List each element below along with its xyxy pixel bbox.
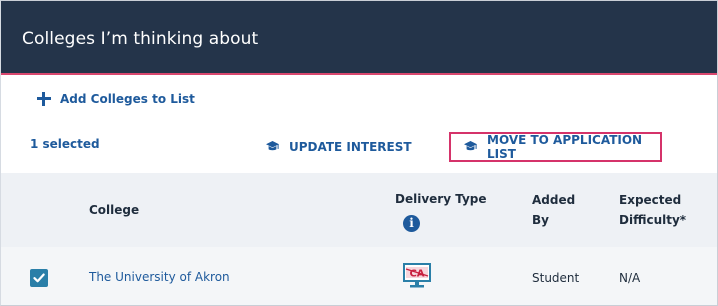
column-header-college[interactable]: College — [89, 200, 139, 220]
panel-header: Colleges I’m thinking about — [1, 1, 717, 75]
added-by-header-line2: By — [532, 213, 549, 227]
table-header-row: College Delivery Type i Added By Expecte… — [1, 173, 717, 247]
colleges-panel: Colleges I’m thinking about Add Colleges… — [0, 0, 718, 306]
row-select-checkbox[interactable] — [30, 269, 48, 287]
info-icon[interactable]: i — [403, 215, 420, 232]
added-by-cell: Student — [532, 271, 580, 285]
common-app-icon: CA — [403, 263, 431, 293]
table-row: The University of Akron CA Student N/A — [1, 247, 717, 305]
update-interest-button[interactable]: UPDATE INTEREST — [266, 140, 412, 154]
move-to-application-list-label: MOVE TO APPLICATION LIST — [487, 133, 643, 161]
move-to-application-list-button[interactable]: MOVE TO APPLICATION LIST — [449, 132, 662, 162]
colleges-table: College Delivery Type i Added By Expecte… — [1, 173, 717, 305]
plus-icon — [37, 92, 51, 106]
graduation-cap-icon — [464, 141, 477, 153]
add-colleges-label: Add Colleges to List — [60, 92, 195, 106]
college-name-link[interactable]: The University of Akron — [89, 270, 230, 284]
difficulty-header-line2: Difficulty* — [619, 213, 687, 227]
update-interest-label: UPDATE INTEREST — [289, 140, 412, 154]
column-header-added-by[interactable]: Added By — [532, 190, 592, 230]
graduation-cap-icon — [266, 141, 279, 153]
expected-difficulty-cell: N/A — [619, 271, 641, 285]
panel-title: Colleges I’m thinking about — [22, 29, 259, 49]
add-colleges-link[interactable]: Add Colleges to List — [37, 92, 195, 106]
column-header-delivery-type[interactable]: Delivery Type — [395, 189, 487, 209]
difficulty-header-line1: Expected — [619, 193, 682, 207]
added-by-header-line1: Added — [532, 193, 576, 207]
selected-count: 1 selected — [30, 137, 100, 151]
checkmark-icon — [33, 273, 45, 283]
column-header-expected-difficulty[interactable]: Expected Difficulty* — [619, 190, 709, 230]
